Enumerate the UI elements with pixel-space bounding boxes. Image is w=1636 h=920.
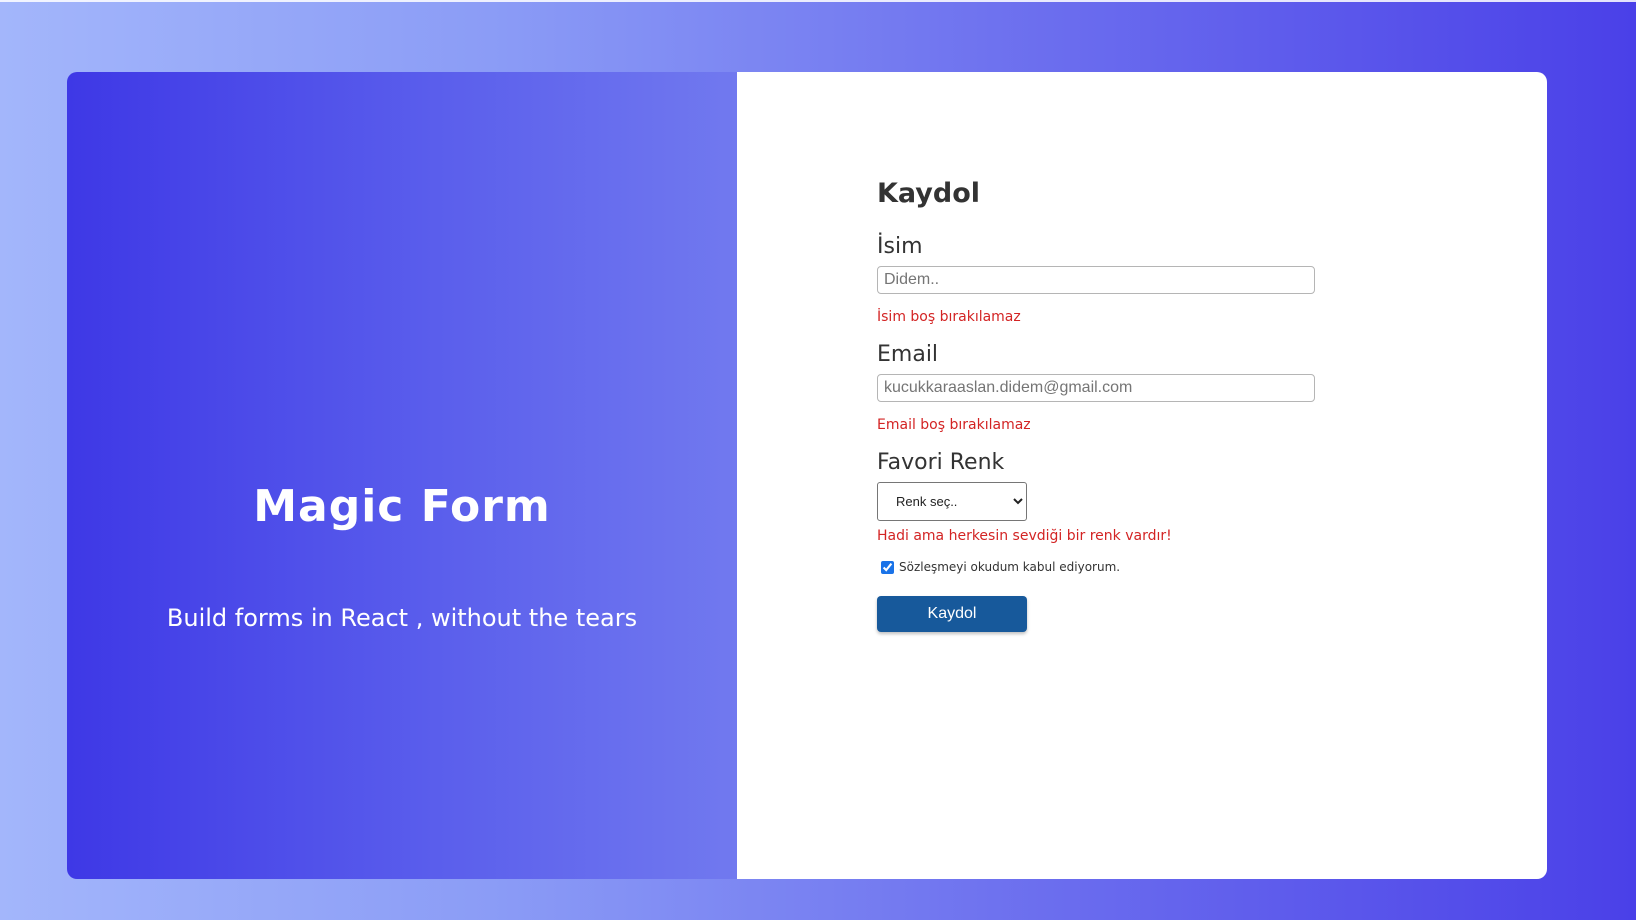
- name-input[interactable]: [877, 266, 1315, 294]
- name-error: İsim boş bırakılamaz: [877, 309, 1021, 325]
- color-label: Favori Renk: [877, 450, 1005, 475]
- hero-subtitle: Build forms in React , without the tears: [166, 604, 638, 632]
- email-label: Email: [877, 342, 939, 367]
- email-input[interactable]: [877, 374, 1315, 402]
- submit-button[interactable]: Kaydol: [877, 596, 1027, 632]
- signup-form: Kaydol İsim İsim boş bırakılamaz Email E…: [877, 174, 1317, 632]
- color-select[interactable]: Renk seç..: [877, 482, 1027, 521]
- form-panel: Kaydol İsim İsim boş bırakılamaz Email E…: [737, 72, 1547, 879]
- hero-title: Magic Form: [253, 481, 551, 532]
- form-title: Kaydol: [877, 178, 981, 209]
- form-card: Magic Form Build forms in React , withou…: [67, 72, 1547, 879]
- email-error: Email boş bırakılamaz: [877, 417, 1031, 433]
- agreement-checkbox[interactable]: [881, 560, 894, 574]
- top-border: [0, 0, 1636, 2]
- hero-panel: Magic Form Build forms in React , withou…: [67, 72, 737, 879]
- agreement-row: Sözleşmeyi okudum kabul ediyorum.: [881, 557, 1317, 577]
- agreement-label[interactable]: Sözleşmeyi okudum kabul ediyorum.: [899, 560, 1120, 574]
- color-error: Hadi ama herkesin sevdiği bir renk vardı…: [877, 528, 1172, 544]
- name-label: İsim: [877, 234, 923, 259]
